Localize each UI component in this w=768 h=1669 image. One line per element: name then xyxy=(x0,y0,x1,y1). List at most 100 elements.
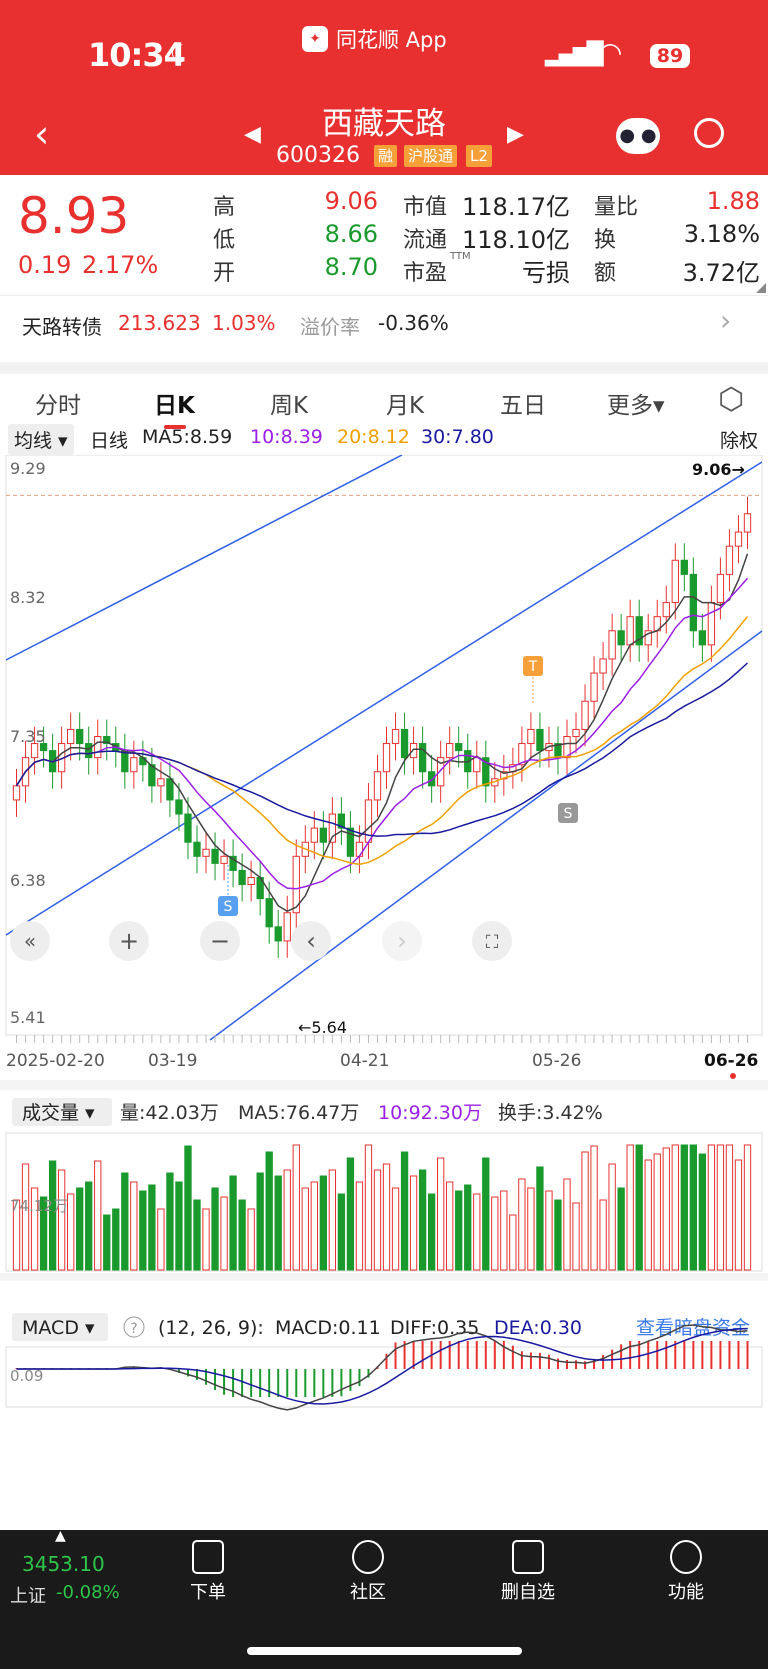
volume-bar xyxy=(283,1169,291,1271)
chevron-right-icon[interactable]: › xyxy=(720,304,731,337)
candle-body xyxy=(166,778,174,801)
y-label-2: 8.32 xyxy=(10,588,46,607)
volume-bar xyxy=(193,1199,201,1271)
dark-pool-link[interactable]: 查看暗盘资金 xyxy=(636,1317,750,1339)
volume-bar xyxy=(94,1160,102,1271)
period-label: 日线 xyxy=(90,430,129,452)
menu-circle-icon xyxy=(670,1540,702,1574)
turnover-label: 换 xyxy=(594,228,617,253)
double-chevron-left-icon: « xyxy=(24,929,36,953)
tab-weekly[interactable]: 周K xyxy=(270,386,308,420)
settings-hex-icon[interactable]: ⬡ xyxy=(718,382,744,417)
adjust-toggle[interactable]: 除权 xyxy=(720,426,758,453)
market-up-arrow-icon: ▲ xyxy=(55,1528,66,1544)
tab-more[interactable]: 更多▾ xyxy=(607,386,665,420)
volume-bar xyxy=(157,1208,165,1271)
premium-label: 溢价率 xyxy=(300,315,360,339)
candle-body xyxy=(85,743,93,759)
volume-bar xyxy=(725,1144,734,1271)
volume-bar xyxy=(608,1163,616,1271)
volume-bar xyxy=(698,1153,707,1271)
min-price-label: ←5.64 xyxy=(298,1018,347,1037)
volume-bar xyxy=(581,1151,589,1271)
tag-level2: L2 xyxy=(466,145,492,167)
volume-bar xyxy=(256,1172,264,1271)
volume-bar xyxy=(265,1151,273,1271)
volume-axis-label: 74.12万 xyxy=(10,1197,68,1215)
volume-bar xyxy=(328,1169,337,1271)
volume-bar xyxy=(355,1181,364,1271)
x-label-4: 05-26 xyxy=(532,1051,581,1071)
volume-bar xyxy=(67,1193,75,1271)
tab-daily[interactable]: 日K xyxy=(154,386,195,420)
volume-bar xyxy=(743,1144,752,1271)
nav-remove-watchlist-label: 删自选 xyxy=(501,1582,555,1603)
marker-t-label: T xyxy=(528,659,538,675)
volume-bar xyxy=(545,1190,553,1271)
battery-indicator: 89 xyxy=(650,44,690,68)
candle-body xyxy=(662,602,670,618)
candle-body xyxy=(157,778,165,787)
nav-community[interactable]: 社区 xyxy=(318,1540,418,1604)
indicator-select[interactable]: 均线 ▾ xyxy=(8,424,74,455)
candle-body xyxy=(590,672,598,702)
marker-s-1-label: S xyxy=(224,899,233,915)
candle-body xyxy=(536,728,544,752)
volume-bar xyxy=(229,1175,237,1271)
ma20-value: 20:8.12 xyxy=(337,426,410,448)
volume-bar xyxy=(455,1190,463,1271)
macd-select[interactable]: MACD ▾ xyxy=(22,1317,95,1339)
volume-bar xyxy=(599,1199,607,1271)
candle-body xyxy=(743,513,752,533)
volume-bar xyxy=(148,1184,156,1271)
expand-corner-icon[interactable] xyxy=(756,283,766,293)
nav-community-label: 社区 xyxy=(350,1582,386,1603)
tab-monthly[interactable]: 月K xyxy=(386,386,424,420)
volume-bar xyxy=(527,1187,535,1271)
x-label-2: 03-19 xyxy=(148,1051,197,1071)
volume-ma10: 10:92.30万 xyxy=(378,1102,482,1124)
candle-body xyxy=(446,743,454,759)
chevron-right-icon: › xyxy=(397,927,407,955)
volume-bar xyxy=(464,1184,472,1271)
robot-assistant-icon[interactable]: ● ● xyxy=(616,118,660,154)
volume-bars xyxy=(12,1144,752,1271)
volume-bar xyxy=(382,1163,391,1271)
nav-order-label: 下单 xyxy=(190,1582,226,1603)
volume-bar xyxy=(310,1181,318,1271)
candle-body xyxy=(734,531,743,547)
volume-bar xyxy=(707,1144,716,1271)
float-value: 118.10亿 xyxy=(462,226,570,254)
search-icon[interactable] xyxy=(694,118,724,148)
pe-ttm-sup: TTM xyxy=(450,251,471,262)
open-label: 开 xyxy=(213,261,236,286)
volume-bar xyxy=(482,1157,490,1271)
macd-params: (12, 26, 9): xyxy=(158,1317,264,1339)
nav-order[interactable]: 下单 xyxy=(158,1540,258,1604)
volume-select[interactable]: 成交量 ▾ xyxy=(22,1102,95,1124)
volume-bar xyxy=(76,1187,84,1271)
volume-ma5: MA5:76.47万 xyxy=(238,1102,359,1124)
candle-body xyxy=(184,813,192,843)
app-name: 同花顺 App xyxy=(336,28,447,52)
candle-body xyxy=(247,876,255,886)
y-label-1: 9.29 xyxy=(10,459,46,478)
index-value[interactable]: 3453.10 xyxy=(22,1552,105,1576)
tab-five-day[interactable]: 五日 xyxy=(500,386,546,420)
candle-body xyxy=(391,728,400,745)
volume-bar xyxy=(319,1175,327,1271)
volume-bar xyxy=(500,1190,508,1271)
marker-s-2-label: S xyxy=(564,806,573,822)
tab-intraday[interactable]: 分时 xyxy=(35,386,81,420)
convertible-bond-bar[interactable]: 天路转债 213.623 1.03% 溢价率 -0.36% › xyxy=(0,295,768,349)
volume-bar xyxy=(184,1145,192,1271)
chart-area[interactable]: 9.29 8.32 7.35 6.38 5.41 9.06→ ←5.64 T S… xyxy=(0,455,768,1440)
panel-divider xyxy=(0,1080,768,1090)
nav-remove-watchlist[interactable]: 删自选 xyxy=(478,1540,578,1604)
volume-bar xyxy=(400,1151,409,1271)
nav-functions[interactable]: 功能 xyxy=(636,1540,736,1604)
volume-bar xyxy=(274,1175,282,1271)
app-header: 10:34 ☾ ✦ 同花顺 App ▂▄▆█ ◠ 89 ‹ ◀ ▶ 西藏天路 6… xyxy=(0,0,768,175)
marker-s-2[interactable]: S xyxy=(558,803,578,823)
candle-body xyxy=(67,728,75,745)
